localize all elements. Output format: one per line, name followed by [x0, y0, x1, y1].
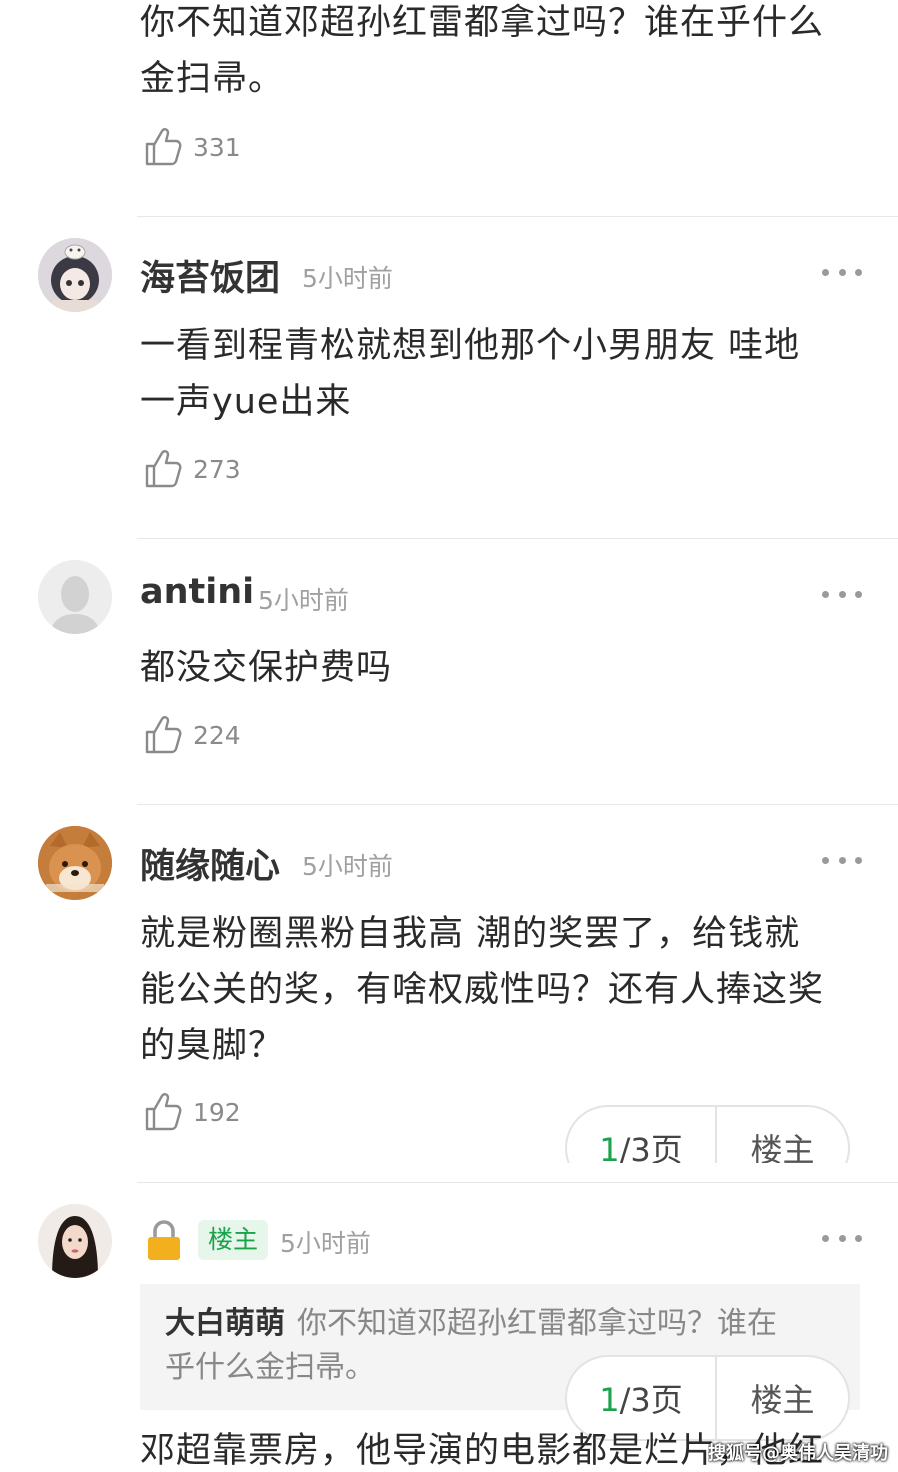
- username[interactable]: antini: [140, 572, 254, 612]
- comment-line: 的臭脚？: [140, 1026, 285, 1066]
- comment-line: 一声yue出来: [140, 382, 352, 422]
- divider: [137, 804, 898, 805]
- comment-line: 你不知道邓超孙红雷都拿过吗？谁在乎什么: [140, 3, 825, 43]
- more-options-icon[interactable]: [822, 1232, 862, 1244]
- avatar[interactable]: [38, 1204, 112, 1278]
- thumbs-up-icon: [145, 716, 182, 754]
- comment-line: 就是粉圈黑粉自我高 潮的奖罢了，给钱就: [140, 914, 801, 954]
- comment-time: 5小时前: [302, 264, 393, 293]
- thumbs-up-icon: [145, 1093, 182, 1131]
- avatar[interactable]: [38, 560, 112, 634]
- watermark: 搜狐号@奥伟人吴清功: [708, 1443, 888, 1464]
- default-user-avatar-icon: [38, 560, 112, 634]
- like-button[interactable]: 224: [144, 715, 241, 755]
- comment-text: 你不知道邓超孙红雷都拿过吗？谁在乎什么 金扫帚。: [140, 0, 880, 107]
- more-options-icon[interactable]: [822, 588, 862, 600]
- more-options-icon[interactable]: [822, 266, 862, 278]
- like-count: 192: [193, 1097, 241, 1127]
- lock-icon: [146, 1218, 182, 1266]
- comment-text: 一看到程青松就想到他那个小男朋友 哇地 一声yue出来: [140, 318, 880, 430]
- divider: [137, 538, 898, 539]
- avatar[interactable]: [38, 826, 112, 900]
- pager-clip: 1/3页 楼主: [565, 1105, 855, 1163]
- thumbs-up-icon: [145, 450, 182, 488]
- anime-girl-avatar-icon: [38, 238, 112, 312]
- quoted-line: 你不知道邓超孙红雷都拿过吗？谁在: [297, 1306, 777, 1341]
- owner-badge: 楼主: [198, 1220, 268, 1260]
- comment-line: 都没交保护费吗: [140, 648, 393, 688]
- avatar[interactable]: [38, 238, 112, 312]
- like-button[interactable]: 273: [144, 449, 241, 489]
- comment-line: 能公关的奖，有啥权威性吗？还有人捧这奖: [140, 970, 825, 1010]
- comment-time: 5小时前: [258, 586, 349, 615]
- page-indicator[interactable]: 1/3页: [567, 1375, 715, 1421]
- thumbs-up-icon: [145, 128, 182, 166]
- more-options-icon[interactable]: [822, 854, 862, 866]
- comment-text: 就是粉圈黑粉自我高 潮的奖罢了，给钱就 能公关的奖，有啥权威性吗？还有人捧这奖 …: [140, 906, 880, 1074]
- like-count: 331: [193, 132, 241, 162]
- like-button[interactable]: 192: [144, 1092, 241, 1132]
- woman-portrait-avatar-icon: [38, 1204, 112, 1278]
- username[interactable]: 随缘随心: [140, 838, 280, 889]
- comment-time: 5小时前: [302, 852, 393, 881]
- quoted-username[interactable]: 大白萌萌: [165, 1306, 285, 1341]
- username[interactable]: 海苔饭团: [140, 250, 280, 301]
- shiba-dog-avatar-icon: [38, 826, 112, 900]
- divider: [137, 216, 898, 217]
- comment-line: 金扫帚。: [140, 59, 285, 99]
- divider: [137, 1182, 898, 1183]
- owner-only-button[interactable]: 楼主: [717, 1125, 848, 1163]
- like-count: 273: [193, 454, 241, 484]
- page-navigator[interactable]: 1/3页 楼主: [565, 1105, 850, 1163]
- page-indicator[interactable]: 1/3页: [567, 1125, 715, 1163]
- comment-text: 都没交保护费吗: [140, 640, 880, 696]
- owner-only-button[interactable]: 楼主: [717, 1375, 848, 1421]
- comment-time: 5小时前: [280, 1229, 371, 1258]
- like-count: 224: [193, 720, 241, 750]
- comment-line: 一看到程青松就想到他那个小男朋友 哇地: [140, 326, 801, 366]
- like-button[interactable]: 331: [144, 127, 241, 167]
